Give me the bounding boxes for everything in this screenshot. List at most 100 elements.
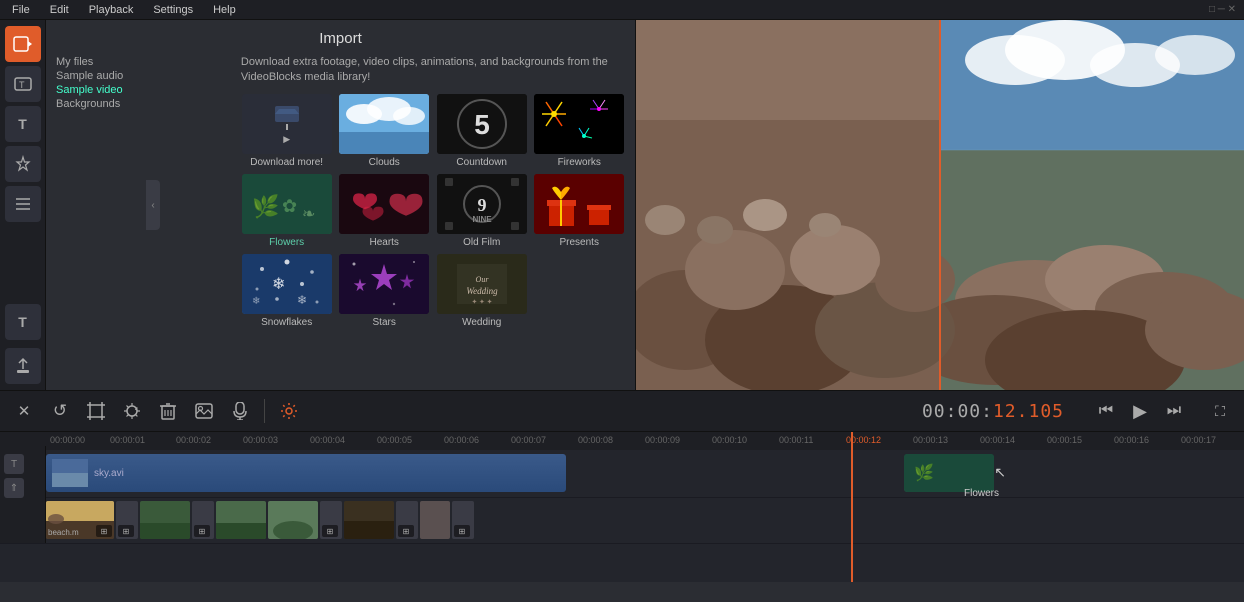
- ruler-5: 00:00:05: [377, 435, 412, 445]
- svg-text:🌿: 🌿: [252, 194, 279, 219]
- category-clouds-label: Clouds: [369, 157, 400, 168]
- ruler-3: 00:00:03: [243, 435, 278, 445]
- beach-thumb-2[interactable]: ⊞: [116, 501, 138, 539]
- menu-help[interactable]: Help: [209, 2, 240, 18]
- sidebar-btn-text2[interactable]: T: [5, 304, 41, 340]
- image-button[interactable]: [190, 397, 218, 425]
- next-button[interactable]: ⏭: [1160, 397, 1188, 425]
- mic-button[interactable]: [226, 397, 254, 425]
- ruler-7: 00:00:07: [511, 435, 546, 445]
- play-button[interactable]: ▶: [1126, 397, 1154, 425]
- beach-thumb-11[interactable]: ⊞: [452, 501, 474, 539]
- beach-thumb-10[interactable]: [420, 501, 450, 539]
- category-clouds[interactable]: Clouds: [338, 94, 430, 168]
- time-main: 00:00:: [922, 401, 993, 422]
- clip-sky-label: sky.avi: [94, 468, 124, 479]
- svg-text:🌿: 🌿: [914, 463, 934, 482]
- ruler-13: 00:00:13: [913, 435, 948, 445]
- presents-preview: [534, 174, 624, 234]
- menu-playback[interactable]: Playback: [85, 2, 138, 18]
- sidebar-btn-lines[interactable]: [5, 186, 41, 222]
- import-content: Download extra footage, video clips, ani…: [241, 55, 625, 328]
- category-old-film[interactable]: 9 NINE Old Film: [436, 174, 528, 248]
- category-flowers[interactable]: 🌿 ✿ ❧ Flowers: [241, 174, 333, 248]
- menu-edit[interactable]: Edit: [46, 2, 73, 18]
- undo-button[interactable]: ↺: [46, 397, 74, 425]
- category-wedding[interactable]: Our Wedding ✦ ✦ ✦ Wedding: [436, 254, 528, 328]
- fullscreen-button[interactable]: ⛶: [1206, 397, 1234, 425]
- sidebar-btn-video[interactable]: [5, 26, 41, 62]
- nav-sample-audio[interactable]: Sample audio: [56, 69, 133, 83]
- close-button[interactable]: ✕: [10, 397, 38, 425]
- category-hearts[interactable]: Hearts: [338, 174, 430, 248]
- beach-thumb-9[interactable]: ⊞: [396, 501, 418, 539]
- category-snowflakes-label: Snowflakes: [261, 317, 312, 328]
- nav-my-files[interactable]: My files: [56, 55, 133, 69]
- track-add-video[interactable]: T: [4, 454, 24, 474]
- playback-controls: ⏮ ▶ ⏭: [1092, 397, 1188, 425]
- crop-button[interactable]: [82, 397, 110, 425]
- timeline-tracks: sky.avi 🌿 Flowers ↖: [0, 450, 1244, 582]
- window-controls: □ ─ ✕: [1209, 4, 1236, 15]
- import-title: Import: [56, 30, 625, 47]
- ruler-10: 00:00:10: [712, 435, 747, 445]
- track-content-audio: beach.m ⊞ ⊞ ⊞: [46, 498, 1244, 543]
- category-countdown[interactable]: 5 Countdown: [436, 94, 528, 168]
- beach-thumb-1[interactable]: beach.m ⊞: [46, 501, 114, 539]
- svg-text:❧: ❧: [302, 206, 315, 223]
- toolbar-separator: [264, 399, 265, 423]
- category-stars-label: Stars: [373, 317, 396, 328]
- video-preview: [636, 20, 1244, 390]
- settings-button[interactable]: [275, 397, 303, 425]
- beach-thumb-7[interactable]: ⊞: [320, 501, 342, 539]
- category-presents[interactable]: Presents: [533, 174, 625, 248]
- import-nav: My files Sample audio Sample video Backg…: [56, 55, 133, 328]
- ruler-0: 00:00:00: [50, 435, 85, 445]
- clip-flowers[interactable]: 🌿: [904, 454, 994, 492]
- ruler-9: 00:00:09: [645, 435, 680, 445]
- beach-strip: beach.m ⊞ ⊞ ⊞: [46, 501, 474, 539]
- category-grid: ▶ Download more!: [241, 94, 625, 328]
- svg-text:✿: ✿: [282, 196, 297, 216]
- beach-thumb-5[interactable]: [216, 501, 266, 539]
- import-panel: Import My files Sample audio Sample vide…: [46, 20, 636, 390]
- ruler-2: 00:00:02: [176, 435, 211, 445]
- track-row-audio: beach.m ⊞ ⊞ ⊞: [0, 498, 1244, 544]
- hearts-preview: [339, 174, 429, 234]
- ruler-8: 00:00:08: [578, 435, 613, 445]
- beach-thumb-3[interactable]: [140, 501, 190, 539]
- preview-frame: [636, 20, 1244, 390]
- clip-sky[interactable]: sky.avi: [46, 454, 566, 492]
- category-presents-label: Presents: [560, 237, 599, 248]
- category-snowflakes[interactable]: ❄ ❄ ❄ Snowflakes: [241, 254, 333, 328]
- svg-text:❄: ❄: [252, 296, 260, 307]
- category-stars[interactable]: Stars: [338, 254, 430, 328]
- time-red: 12.105: [993, 401, 1064, 422]
- beach-thumb-8[interactable]: [344, 501, 394, 539]
- sidebar-btn-effects[interactable]: [5, 146, 41, 182]
- sidebar-btn-export[interactable]: [5, 348, 41, 384]
- panel-collapse-chevron[interactable]: ‹: [146, 180, 160, 230]
- sidebar-btn-text[interactable]: T: [5, 106, 41, 142]
- clip-sky-thumb: [52, 459, 88, 487]
- beach-thumb-6[interactable]: [268, 501, 318, 539]
- ruler-15: 00:00:15: [1047, 435, 1082, 445]
- category-flowers-label: Flowers: [269, 237, 304, 248]
- sidebar-btn-text-overlay[interactable]: T: [5, 66, 41, 102]
- countdown-preview: 5: [437, 94, 527, 154]
- svg-text:5: 5: [474, 109, 490, 140]
- sidebar: T T T: [0, 20, 46, 390]
- nav-sample-video[interactable]: Sample video: [56, 83, 133, 97]
- nav-backgrounds[interactable]: Backgrounds: [56, 97, 133, 111]
- menu-settings[interactable]: Settings: [149, 2, 197, 18]
- prev-button[interactable]: ⏮: [1092, 397, 1120, 425]
- svg-text:Wedding: Wedding: [466, 286, 498, 296]
- brightness-button[interactable]: [118, 397, 146, 425]
- delete-button[interactable]: [154, 397, 182, 425]
- category-download-more[interactable]: ▶ Download more!: [241, 94, 333, 168]
- category-fireworks[interactable]: Fireworks: [533, 94, 625, 168]
- beach-thumb-4[interactable]: ⊞: [192, 501, 214, 539]
- track-add-audio[interactable]: ⇑: [4, 478, 24, 498]
- svg-text:Our: Our: [475, 275, 489, 284]
- menu-file[interactable]: File: [8, 2, 34, 18]
